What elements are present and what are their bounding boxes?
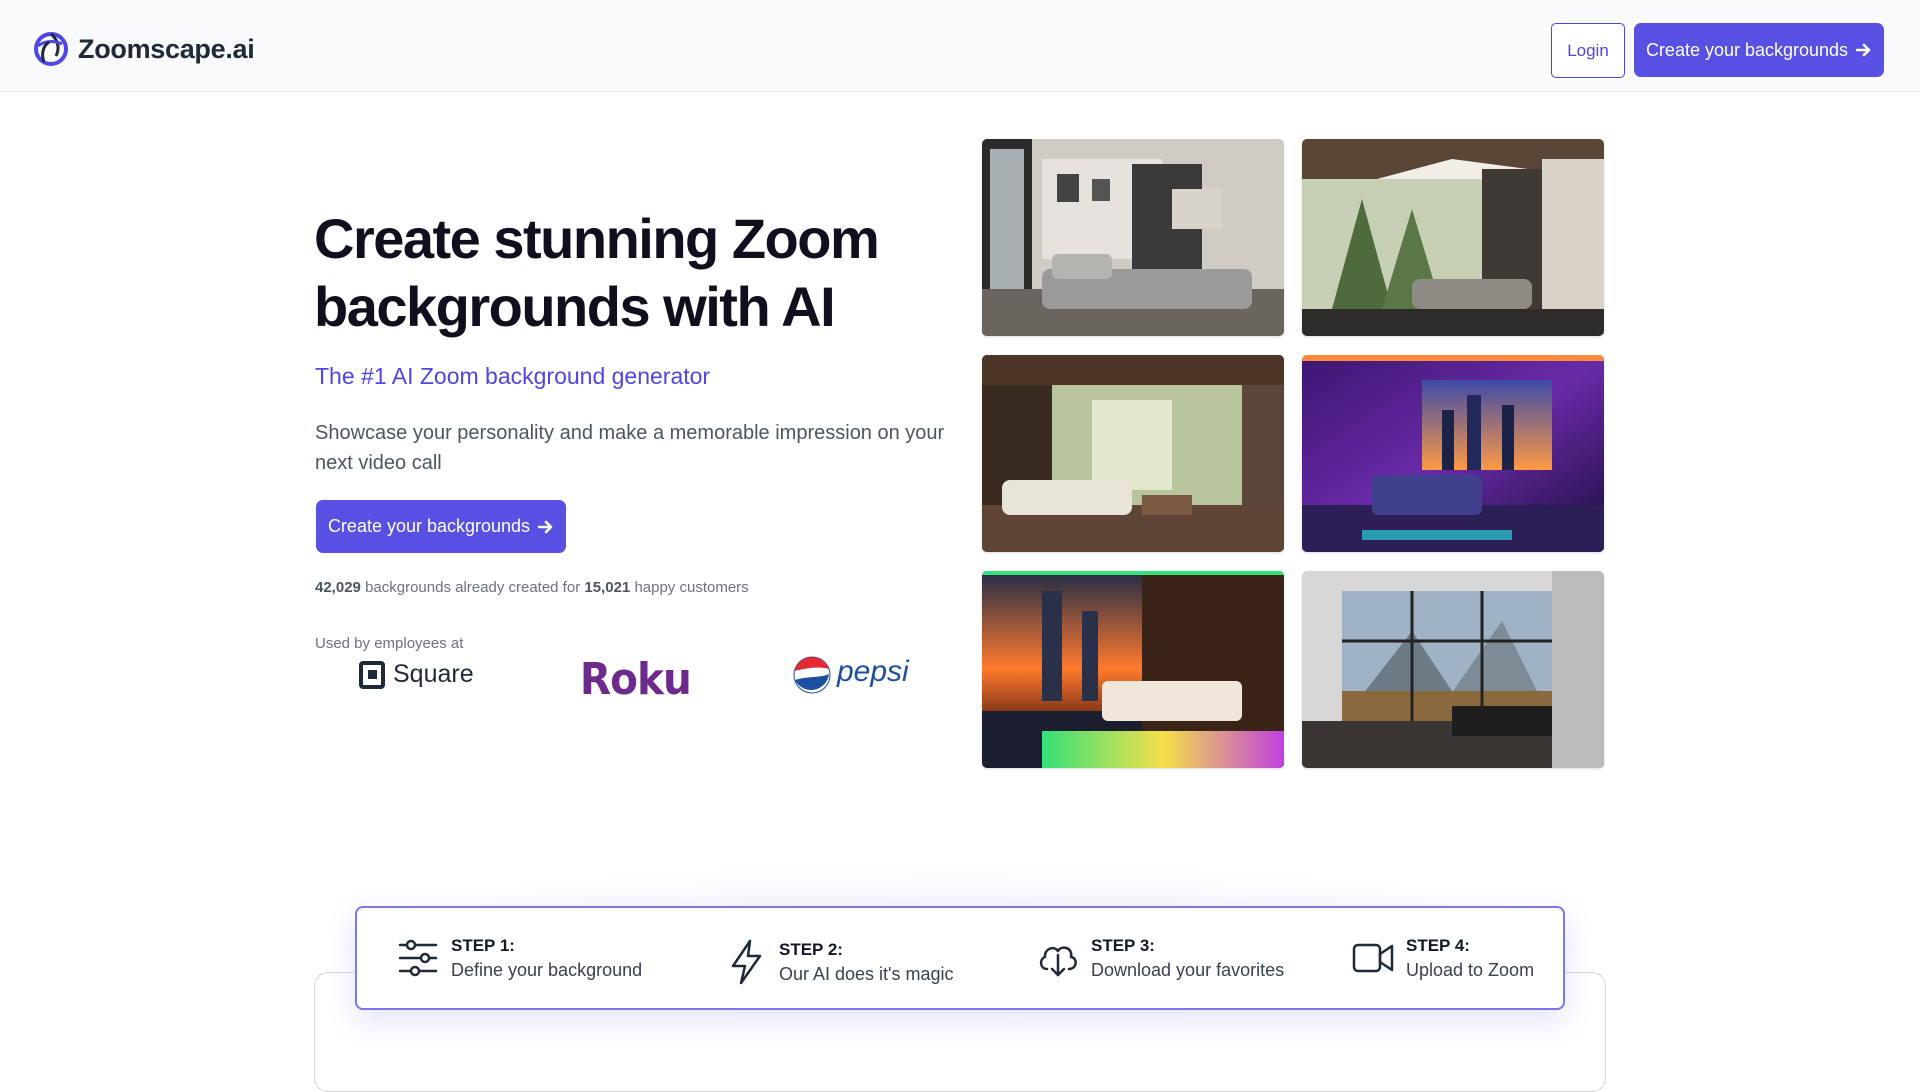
aperture-logo-icon [34, 32, 68, 66]
sliders-icon [398, 939, 438, 977]
hero-description: Showcase your personality and make a mem… [315, 422, 945, 474]
gallery-image-4[interactable] [1302, 355, 1604, 552]
hero-subtitle: The #1 AI Zoom background generator [315, 363, 711, 389]
steps-bar: STEP 1: Define your background STEP 2: O… [355, 906, 1565, 1010]
customers-text: happy customers [634, 579, 749, 596]
customer-logos: Square Roku pepsi [355, 650, 915, 710]
hero-title: Create stunning Zoom backgrounds with AI [314, 205, 954, 341]
create-backgrounds-nav-button[interactable]: Create your backgrounds [1634, 23, 1884, 77]
step-1: STEP 1: Define your background [397, 908, 642, 1008]
gallery-image-6[interactable] [1302, 571, 1604, 768]
step-1-desc: Define your background [451, 959, 643, 980]
step-3-title: STEP 3: [1091, 935, 1155, 955]
step-2-desc: Our AI does it's magic [779, 963, 954, 984]
usage-stats: 42,029 backgrounds already created for 1… [315, 579, 749, 596]
step-4-title: STEP 4: [1406, 935, 1470, 955]
background-gallery [982, 139, 1604, 768]
video-camera-icon [1352, 943, 1394, 973]
step-2: STEP 2: Our AI does it's magic [725, 912, 954, 1012]
step-3-desc: Download your favorites [1091, 959, 1285, 980]
gallery-image-1[interactable] [982, 139, 1284, 336]
step-3: STEP 3: Download your favorites [1037, 908, 1284, 1008]
create-backgrounds-nav-label: Create your backgrounds [1645, 39, 1849, 60]
create-backgrounds-hero-button[interactable]: Create your backgrounds [316, 500, 566, 553]
square-logo: Square [359, 660, 474, 689]
pepsi-logo: pepsi [793, 654, 909, 696]
step-4-desc: Upload to Zoom [1406, 959, 1535, 980]
pepsi-wordmark: pepsi [837, 655, 909, 688]
gallery-image-2[interactable] [1302, 139, 1604, 336]
gallery-image-5[interactable] [982, 571, 1284, 768]
customers-count: 15,021 [584, 579, 631, 596]
backgrounds-count: 42,029 [315, 579, 361, 596]
top-navbar: Zoomscape.ai Login Create your backgroun… [0, 0, 1920, 92]
login-button[interactable]: Login [1551, 23, 1625, 78]
arrow-right-icon [1856, 43, 1871, 57]
roku-logo: Roku [579, 654, 692, 705]
arrow-right-icon [538, 520, 553, 533]
lightning-icon [731, 939, 762, 985]
brand-name: Zoomscape.ai [78, 33, 255, 64]
gallery-image-3[interactable] [982, 355, 1284, 552]
step-4: STEP 4: Upload to Zoom [1352, 908, 1534, 1008]
hero-title-line1: Create stunning Zoom [314, 207, 880, 270]
create-backgrounds-hero-label: Create your backgrounds [327, 516, 531, 536]
step-1-title: STEP 1: [451, 935, 515, 955]
step-2-title: STEP 2: [779, 939, 843, 959]
square-wordmark: Square [393, 660, 474, 688]
square-mark-icon [359, 660, 385, 689]
brand[interactable]: Zoomscape.ai [34, 30, 255, 68]
hero-title-line2: backgrounds with AI [314, 275, 836, 338]
backgrounds-text: backgrounds already created for [365, 579, 581, 596]
pepsi-globe-icon [793, 656, 831, 694]
cloud-download-icon [1039, 946, 1077, 977]
